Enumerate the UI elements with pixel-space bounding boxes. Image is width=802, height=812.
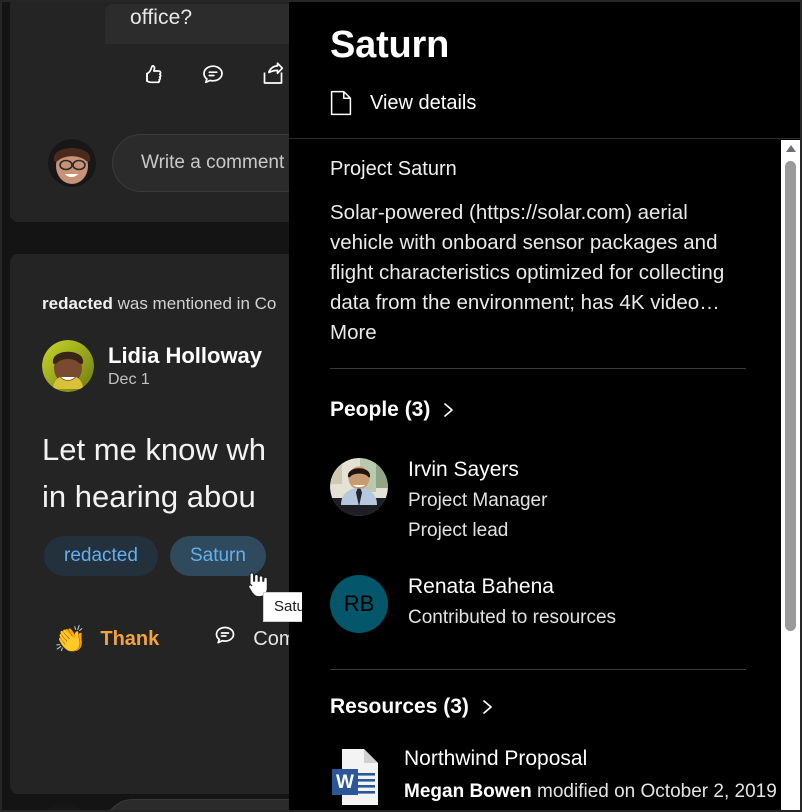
post-body: Let me know wh in hearing abou: [42, 426, 302, 520]
comment-bubble-text: office?: [130, 6, 193, 29]
resource-modified-by: Megan Bowen: [404, 781, 532, 803]
project-name-row: Project Saturn: [289, 158, 781, 181]
project-description-text: Solar-powered (https://solar.com) aerial…: [330, 201, 725, 314]
panel-scroll-content: Project Saturn Solar-powered (https://so…: [289, 140, 781, 810]
mention-name: redacted: [42, 294, 113, 313]
avatar-initials: RB: [330, 575, 388, 633]
panel-header: Saturn View details: [289, 2, 800, 139]
thank-label: Thank: [100, 627, 160, 650]
clap-icon: 👏: [54, 624, 87, 654]
chevron-right-icon: [481, 697, 495, 717]
share-icon[interactable]: [258, 60, 288, 90]
people-section-header[interactable]: People (3): [330, 398, 456, 422]
resource-title: Northwind Proposal: [404, 747, 588, 770]
thank-button[interactable]: 👏 Thank: [54, 626, 159, 652]
scroll-up-arrow-icon[interactable]: [781, 140, 800, 157]
person-role: Project Manager: [408, 490, 548, 512]
post-date: Dec 1: [108, 371, 150, 389]
post-action-bar: 👏 Thank Comm: [54, 622, 302, 656]
post-tags: redacted Saturn: [44, 536, 266, 576]
page-title: Saturn: [330, 24, 450, 66]
resource-list-item[interactable]: W Northwind Proposal Megan Bowen modifie…: [330, 747, 777, 807]
post-body-line-1: Let me know wh: [42, 432, 266, 467]
person-list-item[interactable]: RB Renata Bahena Contributed to resource…: [330, 575, 616, 633]
post-author-block: Lidia Holloway Dec 1: [42, 340, 262, 392]
project-description: Solar-powered (https://solar.com) aerial…: [330, 198, 748, 348]
person-role: Contributed to resources: [408, 607, 617, 629]
avatar: [42, 340, 94, 392]
person-name: Irvin Sayers: [408, 458, 519, 481]
write-comment-row: Write a comment: [48, 134, 302, 192]
person-list-item[interactable]: Irvin Sayers Project Manager Project lea…: [330, 458, 547, 542]
resource-modified-suffix: modified on October 2, 2019: [531, 781, 777, 803]
person-relation: Project lead: [408, 520, 509, 542]
more-link[interactable]: More: [330, 321, 377, 344]
view-details-label: View details: [370, 91, 477, 114]
tooltip: Saturn: [263, 592, 302, 622]
write-comment-input[interactable]: Write a comment: [112, 134, 302, 192]
mention-rest: was mentioned in Co: [112, 294, 277, 313]
resource-meta: Megan Bowen modified on October 2, 2019: [404, 781, 777, 803]
post-author-name: Lidia Holloway: [108, 342, 263, 368]
svg-text:W: W: [336, 772, 354, 793]
tag-saturn[interactable]: Saturn: [169, 536, 266, 576]
feed-card-current: [10, 254, 302, 794]
divider: [330, 368, 746, 369]
avatar: [40, 804, 88, 810]
saturn-detail-panel: Saturn View details Project Saturn Solar…: [289, 2, 800, 810]
project-name: Project Saturn: [330, 158, 457, 180]
divider: [330, 669, 746, 670]
people-section-label: People (3): [330, 398, 431, 421]
comment-icon: [211, 622, 239, 656]
comment-icon[interactable]: [198, 60, 228, 90]
mention-header: redacted was mentioned in Co: [42, 294, 276, 314]
resources-section-header[interactable]: Resources (3): [330, 695, 495, 719]
document-icon: [330, 90, 352, 116]
scrollbar-thumb[interactable]: [785, 161, 796, 631]
resources-section-label: Resources (3): [330, 695, 469, 718]
avatar: [48, 139, 96, 187]
tag-redacted[interactable]: redacted: [44, 536, 158, 576]
post-body-line-2: in hearing abou: [42, 479, 256, 514]
view-details-link[interactable]: View details: [330, 90, 476, 116]
chevron-right-icon: [442, 400, 456, 420]
feed-column: office? Write a comment redacted was men…: [2, 2, 302, 810]
word-document-icon: W: [330, 747, 382, 807]
app-window: office? Write a comment redacted was men…: [0, 0, 802, 812]
write-comment-row: Write a comment: [40, 799, 302, 810]
write-comment-input[interactable]: Write a comment: [104, 799, 302, 810]
reaction-toolbar: [138, 60, 302, 90]
like-icon[interactable]: [138, 60, 168, 90]
feed-card-previous: office? Write a comment: [10, 2, 302, 222]
avatar: [330, 458, 388, 516]
panel-scrollbar[interactable]: [781, 140, 800, 810]
person-name: Renata Bahena: [408, 575, 554, 598]
